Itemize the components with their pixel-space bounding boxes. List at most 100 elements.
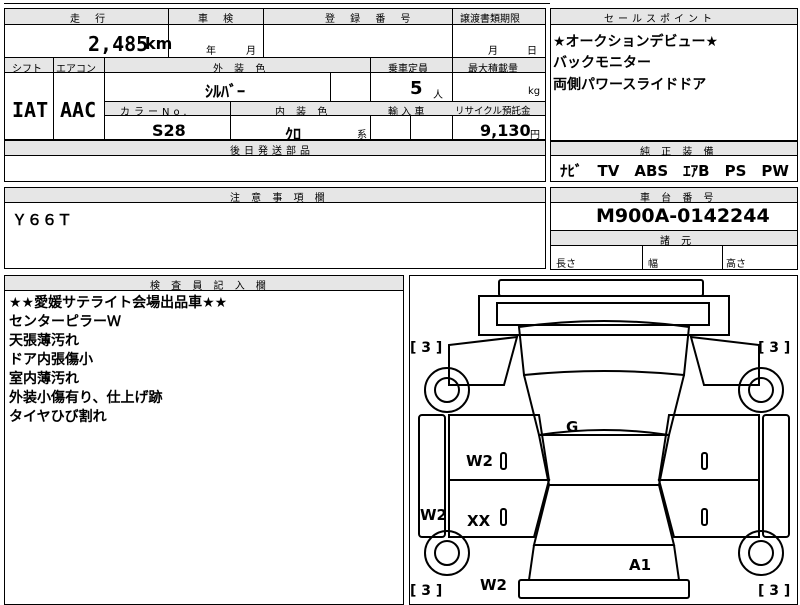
rear-left-hub bbox=[434, 540, 460, 566]
registration-label: 登 録 番 号 bbox=[325, 14, 417, 25]
shift-label: シフト bbox=[12, 64, 42, 75]
exterior-color-label: 外 装 色 bbox=[213, 64, 270, 75]
sales-point-1: ★オークションデビュー★ bbox=[553, 34, 719, 50]
divider bbox=[230, 102, 231, 140]
left-rear-handle bbox=[500, 508, 507, 526]
right-front-handle bbox=[701, 452, 708, 470]
recycle-fee-label: リサイクル預託金 bbox=[455, 106, 531, 117]
equipment-value: ﾅﾋﾞ TV ABS ｴｱB PS PW bbox=[560, 162, 789, 180]
inspector-note-7: タイヤひび割れ bbox=[9, 409, 107, 425]
transfer-month: 月 bbox=[488, 46, 498, 57]
chassis-label: 車 台 番 号 bbox=[640, 193, 718, 204]
mileage-value: 2,485 bbox=[88, 32, 149, 56]
sales-point-3: 両側パワースライドドア bbox=[553, 77, 707, 93]
mileage-label: 走 行 bbox=[70, 14, 112, 25]
aircon-label: エアコン bbox=[56, 64, 96, 75]
sales-point-label: セールスポイント bbox=[604, 14, 716, 25]
rear-right-wheel bbox=[738, 530, 784, 576]
divider bbox=[452, 58, 453, 140]
chassis-value: M900A-0142244 bbox=[596, 205, 770, 227]
divider bbox=[722, 246, 723, 270]
damage-mark-w2-lower: W2 bbox=[480, 576, 507, 594]
divider bbox=[410, 116, 411, 140]
divider bbox=[452, 9, 453, 57]
tailgate bbox=[527, 544, 681, 581]
caution-label: 注 意 事 項 欄 bbox=[230, 193, 329, 204]
aircon-value: AAC bbox=[60, 98, 97, 122]
divider bbox=[53, 58, 54, 140]
dimensions-label: 諸 元 bbox=[660, 236, 696, 247]
width-label: 幅 bbox=[648, 259, 658, 270]
equipment-label: 純 正 装 備 bbox=[640, 147, 718, 158]
front-left-wheel bbox=[424, 367, 470, 413]
right-front-door bbox=[657, 414, 760, 481]
height-label: 高さ bbox=[726, 259, 746, 270]
tire-mark-front-left: [ 3 ] bbox=[410, 340, 443, 356]
car-diagram bbox=[418, 279, 790, 599]
rear-right-hub bbox=[748, 540, 774, 566]
sales-point-2: バックモニター bbox=[553, 55, 651, 71]
damage-mark-w2-upper: W2 bbox=[466, 452, 493, 470]
tire-mark-rear-right: [ 3 ] bbox=[758, 583, 791, 599]
max-load-label: 最大積載量 bbox=[468, 64, 518, 75]
roof-front bbox=[523, 374, 685, 436]
front-right-wheel bbox=[738, 367, 784, 413]
inspector-note-6: 外装小傷有り、仕上げ跡 bbox=[9, 390, 163, 406]
mileage-unit: km bbox=[145, 34, 173, 53]
left-rear-door bbox=[448, 479, 551, 538]
hood-outline bbox=[478, 295, 730, 336]
tire-mark-front-right: [ 3 ] bbox=[758, 340, 791, 356]
damage-mark-g: G bbox=[566, 418, 579, 436]
transfer-day: 日 bbox=[527, 46, 537, 57]
front-right-hub bbox=[748, 377, 774, 403]
rear-left-wheel bbox=[424, 530, 470, 576]
divider bbox=[263, 9, 264, 57]
right-rear-door bbox=[657, 479, 760, 538]
inspector-note-2: センターピラーＷ bbox=[9, 314, 121, 330]
windshield bbox=[517, 320, 691, 377]
divider bbox=[642, 246, 643, 270]
right-side-panel bbox=[762, 414, 790, 538]
front-left-hub bbox=[434, 377, 460, 403]
top-edge-line bbox=[4, 3, 550, 4]
rear-glass bbox=[532, 484, 676, 546]
import-label: 輸 入 車 bbox=[388, 107, 425, 118]
divider bbox=[330, 73, 331, 101]
color-no-label: カラーNo. bbox=[120, 107, 191, 118]
exterior-color-value: ｼﾙﾊﾞｰ bbox=[205, 82, 246, 101]
damage-mark-a1: A1 bbox=[629, 556, 652, 574]
front-left-fender bbox=[448, 335, 519, 386]
rear-bumper bbox=[518, 579, 690, 599]
tire-mark-rear-left: [ 3 ] bbox=[410, 583, 443, 599]
left-front-door bbox=[448, 414, 551, 481]
inspector-notes-label: 検 査 員 記 入 欄 bbox=[150, 281, 270, 292]
recycle-fee-unit: 円 bbox=[530, 130, 540, 141]
inspector-note-5: 室内薄汚れ bbox=[9, 371, 79, 387]
front-right-fender bbox=[689, 335, 760, 386]
inspector-note-3: 天張薄汚れ bbox=[9, 333, 79, 349]
front-bumper bbox=[498, 279, 704, 297]
shift-value: IAT bbox=[12, 98, 49, 122]
capacity-value: 5 bbox=[410, 78, 423, 99]
later-parts-label: 後日発送部品 bbox=[230, 146, 314, 157]
divider bbox=[370, 58, 371, 140]
inspection-month: 月 bbox=[246, 46, 256, 57]
inspector-note-4: ドア内張傷小 bbox=[9, 352, 93, 368]
capacity-label: 乗車定員 bbox=[388, 64, 428, 75]
left-front-handle bbox=[500, 452, 507, 470]
right-rear-handle bbox=[701, 508, 708, 526]
length-label: 長さ bbox=[556, 259, 576, 270]
damage-mark-w2-side: W2 bbox=[420, 506, 447, 524]
inspector-note-1: ★★愛媛サテライト会場出品車★★ bbox=[9, 295, 228, 311]
cabin-center bbox=[538, 434, 670, 486]
interior-color-label: 内 装 色 bbox=[275, 107, 332, 118]
interior-color-suffix: 系 bbox=[357, 130, 367, 141]
max-load-unit: kg bbox=[528, 86, 541, 97]
damage-mark-xx: XX bbox=[467, 512, 491, 530]
recycle-fee-value: 9,130 bbox=[480, 121, 531, 140]
color-no-value: S28 bbox=[152, 121, 186, 140]
caution-value: Ｙ６６Ｔ bbox=[12, 211, 73, 229]
capacity-unit: 人 bbox=[433, 90, 443, 101]
divider bbox=[104, 58, 105, 140]
inspection-label: 車 検 bbox=[198, 14, 240, 25]
